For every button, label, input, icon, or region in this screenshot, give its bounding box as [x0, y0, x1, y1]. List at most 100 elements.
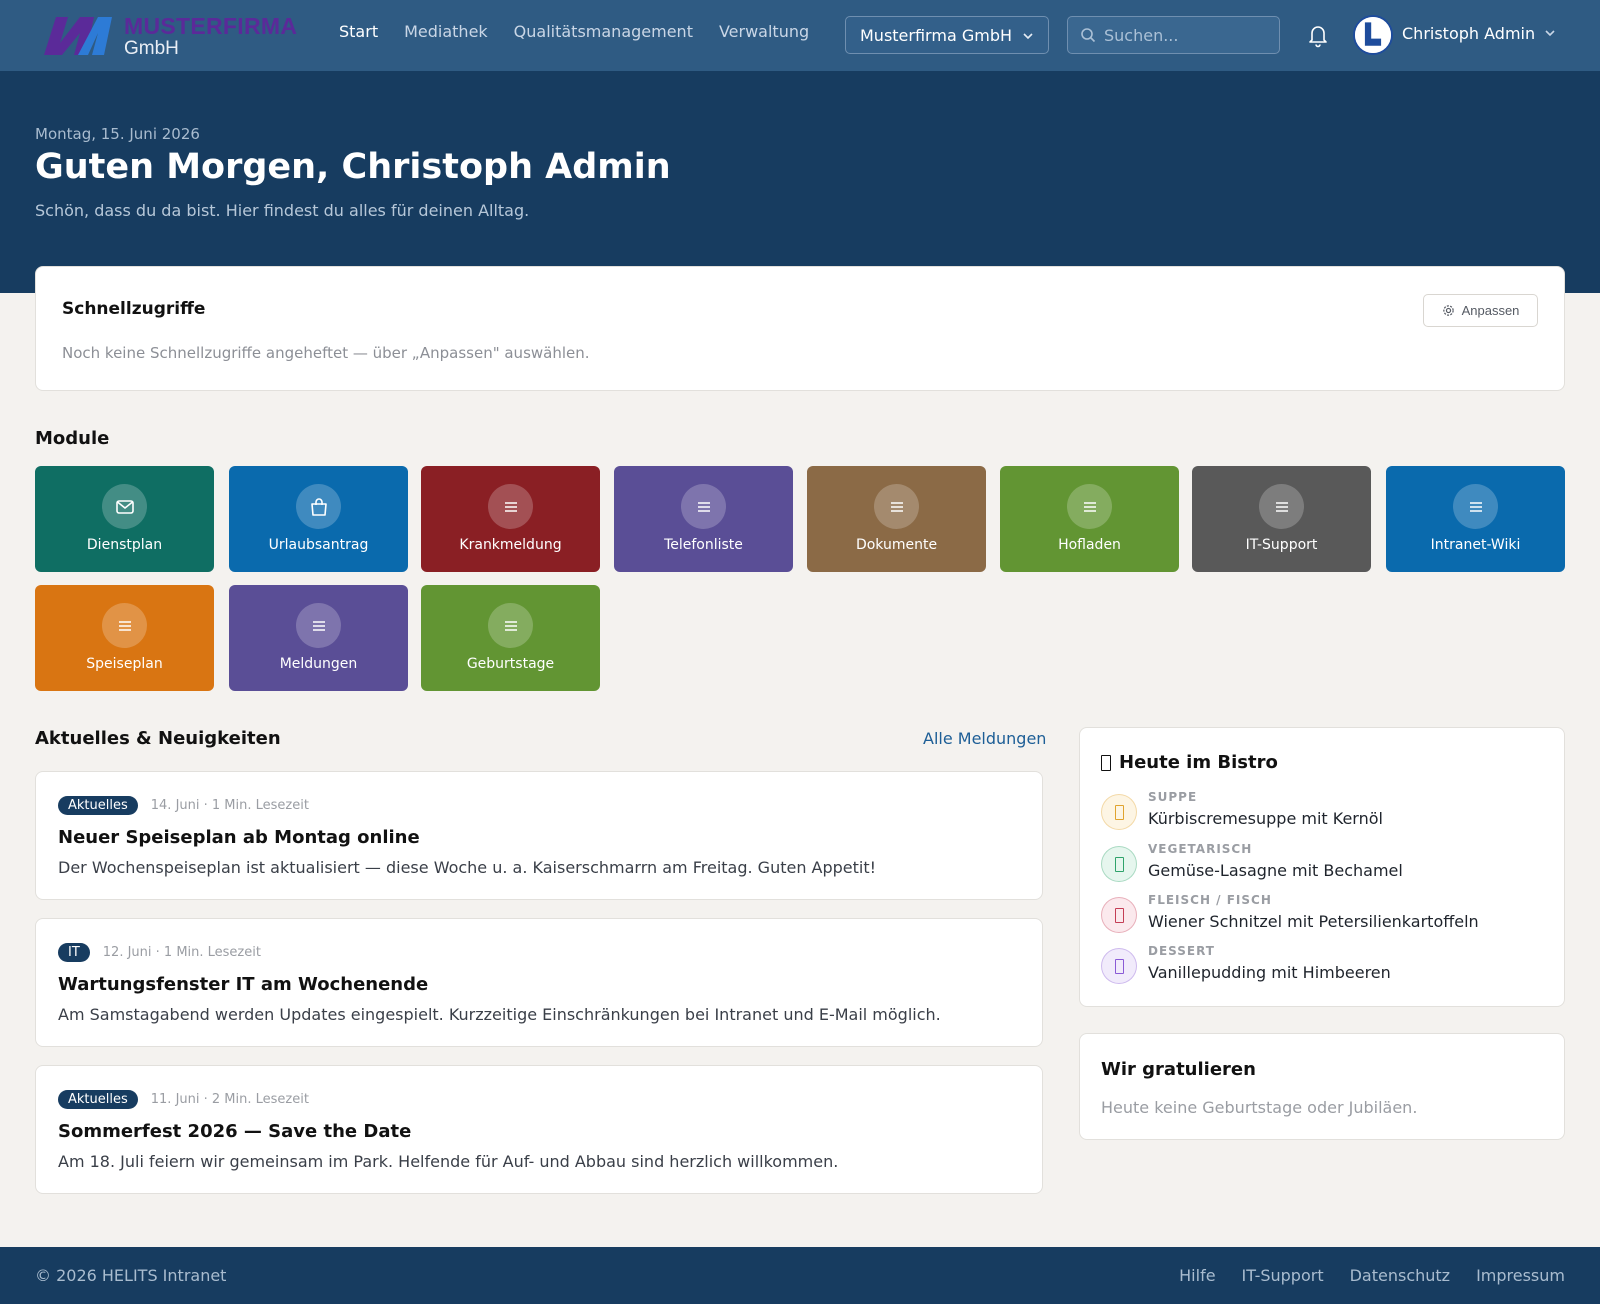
module-label: Meldungen	[279, 656, 358, 672]
meat-fish-icon	[1101, 897, 1137, 933]
nav-item-start[interactable]: Start	[339, 22, 378, 41]
news-excerpt: Der Wochenspeiseplan ist aktualisiert — …	[58, 858, 877, 877]
main-nav: Start Mediathek Qualitätsmanagement Verw…	[339, 22, 809, 41]
module-tile[interactable]: Intranet-Wiki	[1386, 466, 1565, 572]
search-icon	[1081, 28, 1096, 43]
module-label: IT-Support	[1245, 537, 1318, 553]
avatar[interactable]	[1353, 15, 1393, 55]
logo-mark-icon	[44, 17, 112, 55]
module-tile[interactable]: Telefonliste	[614, 466, 793, 572]
welcome-hero: Montag, 15. Juni 2026 Guten Morgen, Chri…	[0, 71, 1600, 293]
menu-icon	[488, 484, 533, 529]
menu-icon	[296, 603, 341, 648]
module-tile[interactable]: Geburtstage	[421, 585, 600, 691]
menu-icon	[1067, 484, 1112, 529]
news-meta: 14. Juni · 1 Min. Lesezeit	[150, 798, 309, 813]
mail-icon	[102, 484, 147, 529]
chevron-down-icon	[1023, 33, 1033, 40]
menu-icon	[681, 484, 726, 529]
modules-heading: Module	[35, 428, 110, 449]
dish-name: Vanillepudding mit Himbeeren	[1148, 963, 1391, 982]
dish-category: VEGETARISCH	[1148, 842, 1253, 856]
dish-name: Gemüse-Lasagne mit Bechamel	[1148, 861, 1403, 880]
footer-link-hilfe[interactable]: Hilfe	[1179, 1266, 1215, 1285]
module-label: Dienstplan	[86, 537, 163, 553]
menu-icon	[488, 603, 533, 648]
company-logo[interactable]: MUSTERFIRMA GmbH	[42, 14, 302, 58]
dish-item: DESSERT Vanillepudding mit Himbeeren	[1101, 944, 1551, 990]
logo-text-line2: GmbH	[124, 37, 179, 59]
module-tile[interactable]: Speiseplan	[35, 585, 214, 691]
news-card[interactable]: Aktuelles 11. Juni · 2 Min. Lesezeit Som…	[35, 1065, 1043, 1194]
bistro-card: Heute im Bistro SUPPE Kürbiscremesuppe m…	[1079, 727, 1565, 1007]
module-tile[interactable]: Krankmeldung	[421, 466, 600, 572]
dish-item: SUPPE Kürbiscremesuppe mit Kernöl	[1101, 790, 1551, 836]
quick-access-title: Schnellzugriffe	[62, 299, 206, 319]
greeting-subtitle: Schön, dass du da bist. Hier findest du …	[35, 201, 530, 220]
greeting-title: Guten Morgen, Christoph Admin	[35, 147, 671, 187]
module-label: Speiseplan	[86, 656, 163, 672]
congratulations-title: Wir gratulieren	[1101, 1059, 1256, 1080]
nav-item-mediathek[interactable]: Mediathek	[404, 22, 488, 41]
dish-category: DESSERT	[1148, 944, 1215, 958]
module-label: Krankmeldung	[459, 537, 562, 553]
chevron-down-icon[interactable]	[1543, 26, 1557, 40]
all-news-link[interactable]: Alle Meldungen	[923, 729, 1046, 748]
company-select-value: Musterfirma GmbH	[860, 25, 1012, 45]
footer-link-datenschutz[interactable]: Datenschutz	[1350, 1266, 1450, 1285]
news-card[interactable]: Aktuelles 14. Juni · 1 Min. Lesezeit Neu…	[35, 771, 1043, 900]
module-tile[interactable]: Hofladen	[1000, 466, 1179, 572]
soup-icon	[1101, 794, 1137, 830]
vegetarian-icon	[1101, 846, 1137, 882]
congratulations-card: Wir gratulieren Heute keine Geburtstage …	[1079, 1033, 1565, 1140]
company-select[interactable]: Musterfirma GmbH	[845, 16, 1049, 54]
news-excerpt: Am Samstagabend werden Updates eingespie…	[58, 1005, 941, 1024]
module-label: Telefonliste	[664, 537, 743, 553]
user-name[interactable]: Christoph Admin	[1402, 24, 1535, 43]
footer-links: Hilfe IT-Support Datenschutz Impressum	[1179, 1266, 1565, 1285]
menu-icon	[102, 603, 147, 648]
missing-glyph-icon	[1101, 754, 1111, 771]
news-heading: Aktuelles & Neuigkeiten	[35, 728, 281, 749]
menu-icon	[1453, 484, 1498, 529]
news-excerpt: Am 18. Juli feiern wir gemeinsam im Park…	[58, 1152, 839, 1171]
bistro-title: Heute im Bistro	[1101, 752, 1278, 773]
module-tile[interactable]: Dienstplan	[35, 466, 214, 572]
gear-icon	[1442, 305, 1454, 316]
dish-name: Kürbiscremesuppe mit Kernöl	[1148, 809, 1383, 828]
module-tile[interactable]: Meldungen	[229, 585, 408, 691]
news-title[interactable]: Neuer Speiseplan ab Montag online	[58, 827, 420, 848]
module-tile[interactable]: Urlaubsantrag	[229, 466, 408, 572]
copyright: © 2026 HELITS Intranet	[35, 1266, 227, 1285]
congratulations-empty-text: Heute keine Geburtstage oder Jubiläen.	[1101, 1098, 1418, 1117]
logo-text-line1: MUSTERFIRMA	[124, 12, 298, 39]
nav-item-verwaltung[interactable]: Verwaltung	[719, 22, 809, 41]
menu-icon	[874, 484, 919, 529]
module-tile[interactable]: IT-Support	[1192, 466, 1371, 572]
footer-link-impressum[interactable]: Impressum	[1476, 1266, 1565, 1285]
nav-item-qualitaetsmanagement[interactable]: Qualitätsmanagement	[514, 22, 693, 41]
search-box[interactable]	[1067, 16, 1280, 54]
quick-access-empty-text: Noch keine Schnellzugriffe angeheftet — …	[62, 344, 590, 362]
quick-access-card: Schnellzugriffe Noch keine Schnellzugrif…	[35, 266, 1565, 391]
module-tile[interactable]: Dokumente	[807, 466, 986, 572]
dessert-icon	[1101, 948, 1137, 984]
adjust-button[interactable]: Anpassen	[1423, 294, 1538, 327]
module-label: Intranet-Wiki	[1430, 537, 1521, 553]
news-title[interactable]: Sommerfest 2026 — Save the Date	[58, 1121, 411, 1142]
footer-link-it-support[interactable]: IT-Support	[1242, 1266, 1324, 1285]
module-label: Urlaubsantrag	[268, 537, 369, 553]
category-badge: IT	[58, 943, 90, 962]
news-title[interactable]: Wartungsfenster IT am Wochenende	[58, 974, 428, 995]
news-card[interactable]: IT 12. Juni · 1 Min. Lesezeit Wartungsfe…	[35, 918, 1043, 1047]
search-input[interactable]	[1104, 25, 1264, 45]
dish-item: FLEISCH / FISCH Wiener Schnitzel mit Pet…	[1101, 893, 1551, 939]
module-label: Hofladen	[1058, 537, 1121, 553]
bell-icon[interactable]	[1306, 22, 1330, 48]
module-label: Dokumente	[855, 537, 938, 553]
dish-name: Wiener Schnitzel mit Petersilienkartoffe…	[1148, 912, 1479, 931]
dish-item: VEGETARISCH Gemüse-Lasagne mit Bechamel	[1101, 842, 1551, 888]
news-meta: 12. Juni · 1 Min. Lesezeit	[102, 945, 261, 960]
category-badge: Aktuelles	[58, 796, 138, 815]
category-badge: Aktuelles	[58, 1090, 138, 1109]
